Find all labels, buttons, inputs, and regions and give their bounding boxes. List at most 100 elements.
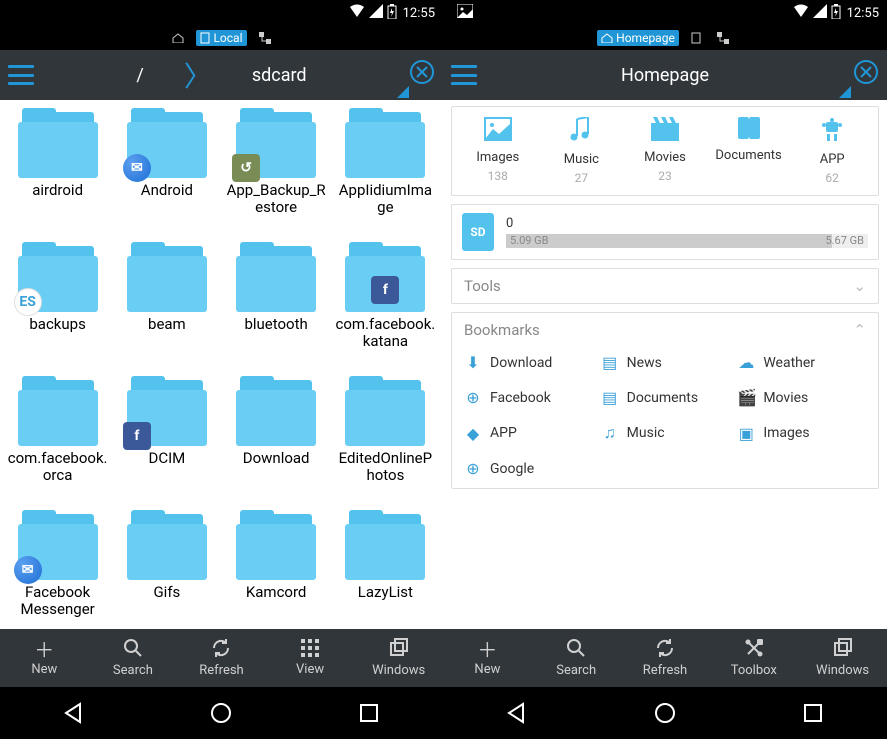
bookmark-documents[interactable]: ▤Documents: [601, 388, 730, 407]
category-count: 138: [488, 169, 508, 183]
storage-card[interactable]: SD 0 5.09 GB 5.67 GB: [451, 204, 879, 260]
bookmark-label: Download: [490, 355, 552, 371]
toolbar: / 〉 sdcard: [0, 50, 443, 100]
path-current[interactable]: sdcard: [252, 65, 307, 86]
tab-homepage-label: Homepage: [616, 31, 675, 45]
category-music[interactable]: Music27: [540, 117, 624, 185]
folder-label: beam: [148, 316, 186, 333]
folder-label: com.facebook.katana: [335, 316, 435, 351]
new-button[interactable]: ＋New: [443, 629, 532, 687]
nav-home[interactable]: [207, 699, 235, 727]
folder-item[interactable]: com.facebook.orca: [4, 376, 111, 508]
folder-item[interactable]: LazyList: [332, 510, 439, 629]
tab-local[interactable]: [687, 31, 705, 45]
folder-item[interactable]: EditedOnlinePhotos: [332, 376, 439, 508]
folder-item[interactable]: fcom.facebook.katana: [332, 242, 439, 374]
bookmark-label: Movies: [763, 390, 808, 406]
folder-item[interactable]: Kamcord: [223, 510, 330, 629]
folder-item[interactable]: ✉Android: [113, 108, 220, 240]
folder-item[interactable]: ESbackups: [4, 242, 111, 374]
folder-item[interactable]: fDCIM: [113, 376, 220, 508]
page-title: Homepage: [477, 65, 853, 86]
bookmark-download[interactable]: ⬇Download: [464, 353, 593, 372]
movies-icon: [651, 117, 679, 146]
category-label: Movies: [644, 150, 686, 165]
breadcrumb[interactable]: / 〉 sdcard: [34, 55, 409, 95]
bookmark-facebook[interactable]: ⊕Facebook: [464, 388, 593, 407]
bookmark-music[interactable]: ♫Music: [601, 423, 730, 443]
folder-item[interactable]: Gifs: [113, 510, 220, 629]
category-images[interactable]: Images138: [456, 117, 540, 185]
folder-item[interactable]: Download: [223, 376, 330, 508]
category-movies[interactable]: Movies23: [623, 117, 707, 185]
tab-network[interactable]: [255, 31, 275, 45]
nav-home[interactable]: [651, 699, 679, 727]
category-documents[interactable]: Documents: [707, 117, 791, 185]
folder-label: Facebook Messenger: [8, 584, 108, 619]
folder-label: AppIidiumImage: [335, 182, 435, 217]
storage-total: 5.67 GB: [825, 234, 864, 248]
close-tab-button[interactable]: [853, 59, 879, 92]
location-tabs: Homepage: [443, 26, 887, 50]
folder-item[interactable]: bluetooth: [223, 242, 330, 374]
tools-header[interactable]: Tools ⌄: [452, 269, 878, 303]
battery-icon: [387, 4, 397, 23]
tab-homepage[interactable]: Homepage: [597, 30, 679, 46]
toolbox-button[interactable]: Toolbox: [709, 629, 798, 687]
app-badge-icon: ↺: [232, 154, 260, 182]
tab-local-label: Local: [213, 31, 242, 45]
bookmarks-header[interactable]: Bookmarks ⌃: [452, 313, 878, 347]
search-button[interactable]: Search: [532, 629, 621, 687]
images-icon: [484, 117, 512, 146]
view-button[interactable]: View: [266, 629, 355, 687]
documents-icon: [736, 117, 762, 144]
new-button[interactable]: ＋New: [0, 629, 89, 687]
bookmark-news[interactable]: ▤News: [601, 353, 730, 372]
close-tab-button[interactable]: [409, 59, 435, 92]
bottom-action-bar: ＋New Search Refresh View Windows: [0, 629, 443, 687]
bookmark-images[interactable]: ▣ Images: [737, 423, 866, 443]
folder-item[interactable]: beam: [113, 242, 220, 374]
bookmark-icon: ◆: [464, 424, 482, 443]
bookmark-icon: ♫: [601, 423, 619, 443]
folder-grid: airdroid✉Android↺App_Backup_RestoreAppIi…: [0, 100, 443, 629]
category-label: APP: [820, 152, 845, 167]
category-label: Documents: [715, 148, 781, 163]
bookmark-app[interactable]: ◆APP: [464, 423, 593, 443]
folder-item[interactable]: ✉Facebook Messenger: [4, 510, 111, 629]
category-app[interactable]: APP62: [790, 117, 874, 185]
bookmark-label: Images: [763, 425, 809, 441]
windows-button[interactable]: Windows: [354, 629, 443, 687]
tab-home[interactable]: [168, 32, 188, 44]
menu-button[interactable]: [8, 65, 34, 85]
windows-button[interactable]: Windows: [798, 629, 887, 687]
path-root[interactable]: /: [136, 65, 143, 86]
bookmark-movies[interactable]: 🎬Movies: [737, 388, 866, 407]
nav-back[interactable]: [503, 699, 531, 727]
menu-button[interactable]: [451, 65, 477, 85]
tab-network[interactable]: [713, 31, 733, 45]
bookmark-google[interactable]: ⊕Google: [464, 459, 593, 478]
refresh-button[interactable]: Refresh: [621, 629, 710, 687]
folder-item[interactable]: airdroid: [4, 108, 111, 240]
nav-back[interactable]: [60, 699, 88, 727]
search-button[interactable]: Search: [89, 629, 178, 687]
folder-item[interactable]: ↺App_Backup_Restore: [223, 108, 330, 240]
dropdown-indicator[interactable]: [839, 86, 851, 98]
nav-recent[interactable]: [355, 699, 383, 727]
folder-label: EditedOnlinePhotos: [335, 450, 435, 485]
folder-label: bluetooth: [244, 316, 307, 333]
status-time: 12:55: [847, 6, 879, 21]
app-icon: [821, 117, 843, 148]
nav-recent[interactable]: [799, 699, 827, 727]
folder-item[interactable]: AppIidiumImage: [332, 108, 439, 240]
dropdown-indicator[interactable]: [397, 86, 409, 98]
battery-icon: [831, 4, 841, 23]
tab-local[interactable]: Local: [196, 30, 246, 46]
storage-bar: 5.09 GB 5.67 GB: [506, 234, 868, 248]
bookmark-weather[interactable]: ☁Weather: [737, 353, 866, 372]
bookmark-icon: ▣: [737, 424, 755, 443]
bookmark-label: Google: [490, 461, 534, 477]
refresh-button[interactable]: Refresh: [177, 629, 266, 687]
signal-icon: [369, 4, 383, 22]
